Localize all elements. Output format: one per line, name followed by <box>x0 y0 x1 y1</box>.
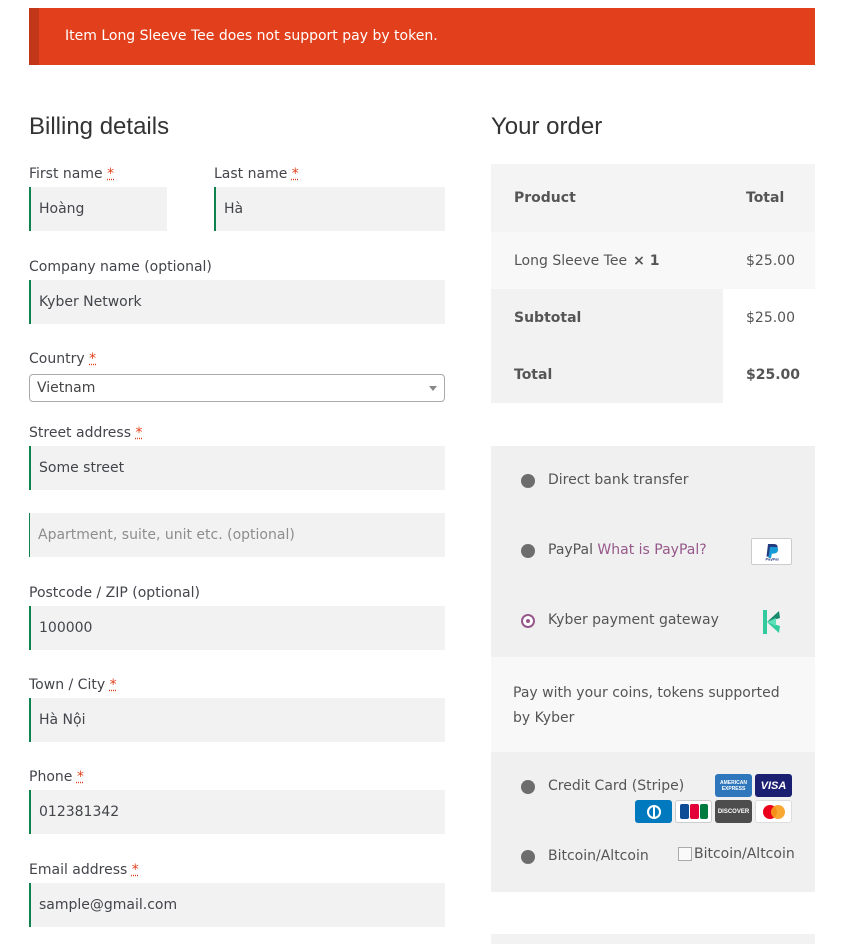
your-order-heading: Your order <box>491 113 603 140</box>
order-review-table: Product Total Long Sleeve Tee × 1 $25.00 … <box>491 164 815 403</box>
apartment-input[interactable]: Apartment, suite, unit etc. (optional) <box>29 513 445 557</box>
postcode-input[interactable]: 100000 <box>29 606 445 650</box>
street-address-label: Street address * <box>29 425 143 441</box>
broken-image-icon <box>678 847 692 861</box>
kyber-payment-description: Pay with your coins, tokens supported by… <box>491 657 815 752</box>
cart-item-qty: × 1 <box>633 252 660 269</box>
kyber-radio[interactable] <box>521 614 535 628</box>
paypal-radio[interactable] <box>521 544 535 558</box>
stripe-label[interactable]: Credit Card (Stripe) <box>548 778 684 794</box>
city-label: Town / City * <box>29 677 117 693</box>
paypal-logo-icon: PayPal <box>751 538 792 565</box>
total-value: $25.00 <box>723 346 815 403</box>
cart-item-total: $25.00 <box>746 252 795 269</box>
phone-label: Phone * <box>29 769 84 785</box>
what-is-paypal-link[interactable]: What is PayPal? <box>597 542 706 558</box>
country-label: Country * <box>29 351 97 367</box>
country-select[interactable]: Vietnam <box>29 374 445 402</box>
subtotal-value: $25.00 <box>723 289 815 346</box>
bitcoin-logo-image: Bitcoin/Altcoin <box>678 846 795 862</box>
email-label: Email address * <box>29 862 139 878</box>
subtotal-row: Subtotal $25.00 <box>491 289 815 346</box>
chevron-down-icon <box>429 386 437 391</box>
jcb-card-icon <box>675 800 712 823</box>
bank-transfer-radio[interactable] <box>521 474 535 488</box>
company-name-label: Company name (optional) <box>29 259 212 275</box>
last-name-label: Last name * <box>214 166 299 182</box>
stripe-radio[interactable] <box>521 780 535 794</box>
bitcoin-label[interactable]: Bitcoin/Altcoin <box>548 848 649 864</box>
first-name-label: First name * <box>29 166 115 182</box>
place-order-area <box>491 934 815 944</box>
discover-card-icon: DISCOVER <box>715 800 752 823</box>
error-notice-text: Item Long Sleeve Tee does not support pa… <box>65 28 438 44</box>
diners-card-icon <box>635 800 672 823</box>
street-address-input[interactable]: Some street <box>29 446 445 490</box>
total-row: Total $25.00 <box>491 346 815 403</box>
kyber-label[interactable]: Kyber payment gateway <box>548 612 719 628</box>
mastercard-icon <box>755 800 792 823</box>
first-name-input[interactable]: Hoàng <box>29 187 167 231</box>
error-notice: Item Long Sleeve Tee does not support pa… <box>29 8 815 65</box>
city-input[interactable]: Hà Nội <box>29 698 445 742</box>
billing-details-heading: Billing details <box>29 113 170 140</box>
company-name-input[interactable]: Kyber Network <box>29 280 445 324</box>
total-label: Total <box>491 346 723 403</box>
product-column-header: Product <box>514 190 576 206</box>
table-header-row: Product Total <box>491 164 815 232</box>
last-name-input[interactable]: Hà <box>214 187 445 231</box>
phone-input[interactable]: 012381342 <box>29 790 445 834</box>
bitcoin-radio[interactable] <box>521 850 535 864</box>
table-row: Long Sleeve Tee × 1 $25.00 <box>491 232 815 289</box>
svg-text:PayPal: PayPal <box>765 556 778 561</box>
visa-card-icon: VISA <box>755 774 792 797</box>
email-input[interactable]: sample@gmail.com <box>29 883 445 927</box>
total-column-header: Total <box>746 190 785 206</box>
amex-card-icon: AMERICAN EXPRESS <box>715 774 752 797</box>
cart-item-name: Long Sleeve Tee × 1 <box>514 252 660 269</box>
subtotal-label: Subtotal <box>491 289 723 346</box>
bank-transfer-label[interactable]: Direct bank transfer <box>548 472 689 488</box>
paypal-label[interactable]: PayPal What is PayPal? <box>548 542 707 558</box>
postcode-label: Postcode / ZIP (optional) <box>29 585 200 601</box>
kyber-logo-icon <box>762 608 782 636</box>
